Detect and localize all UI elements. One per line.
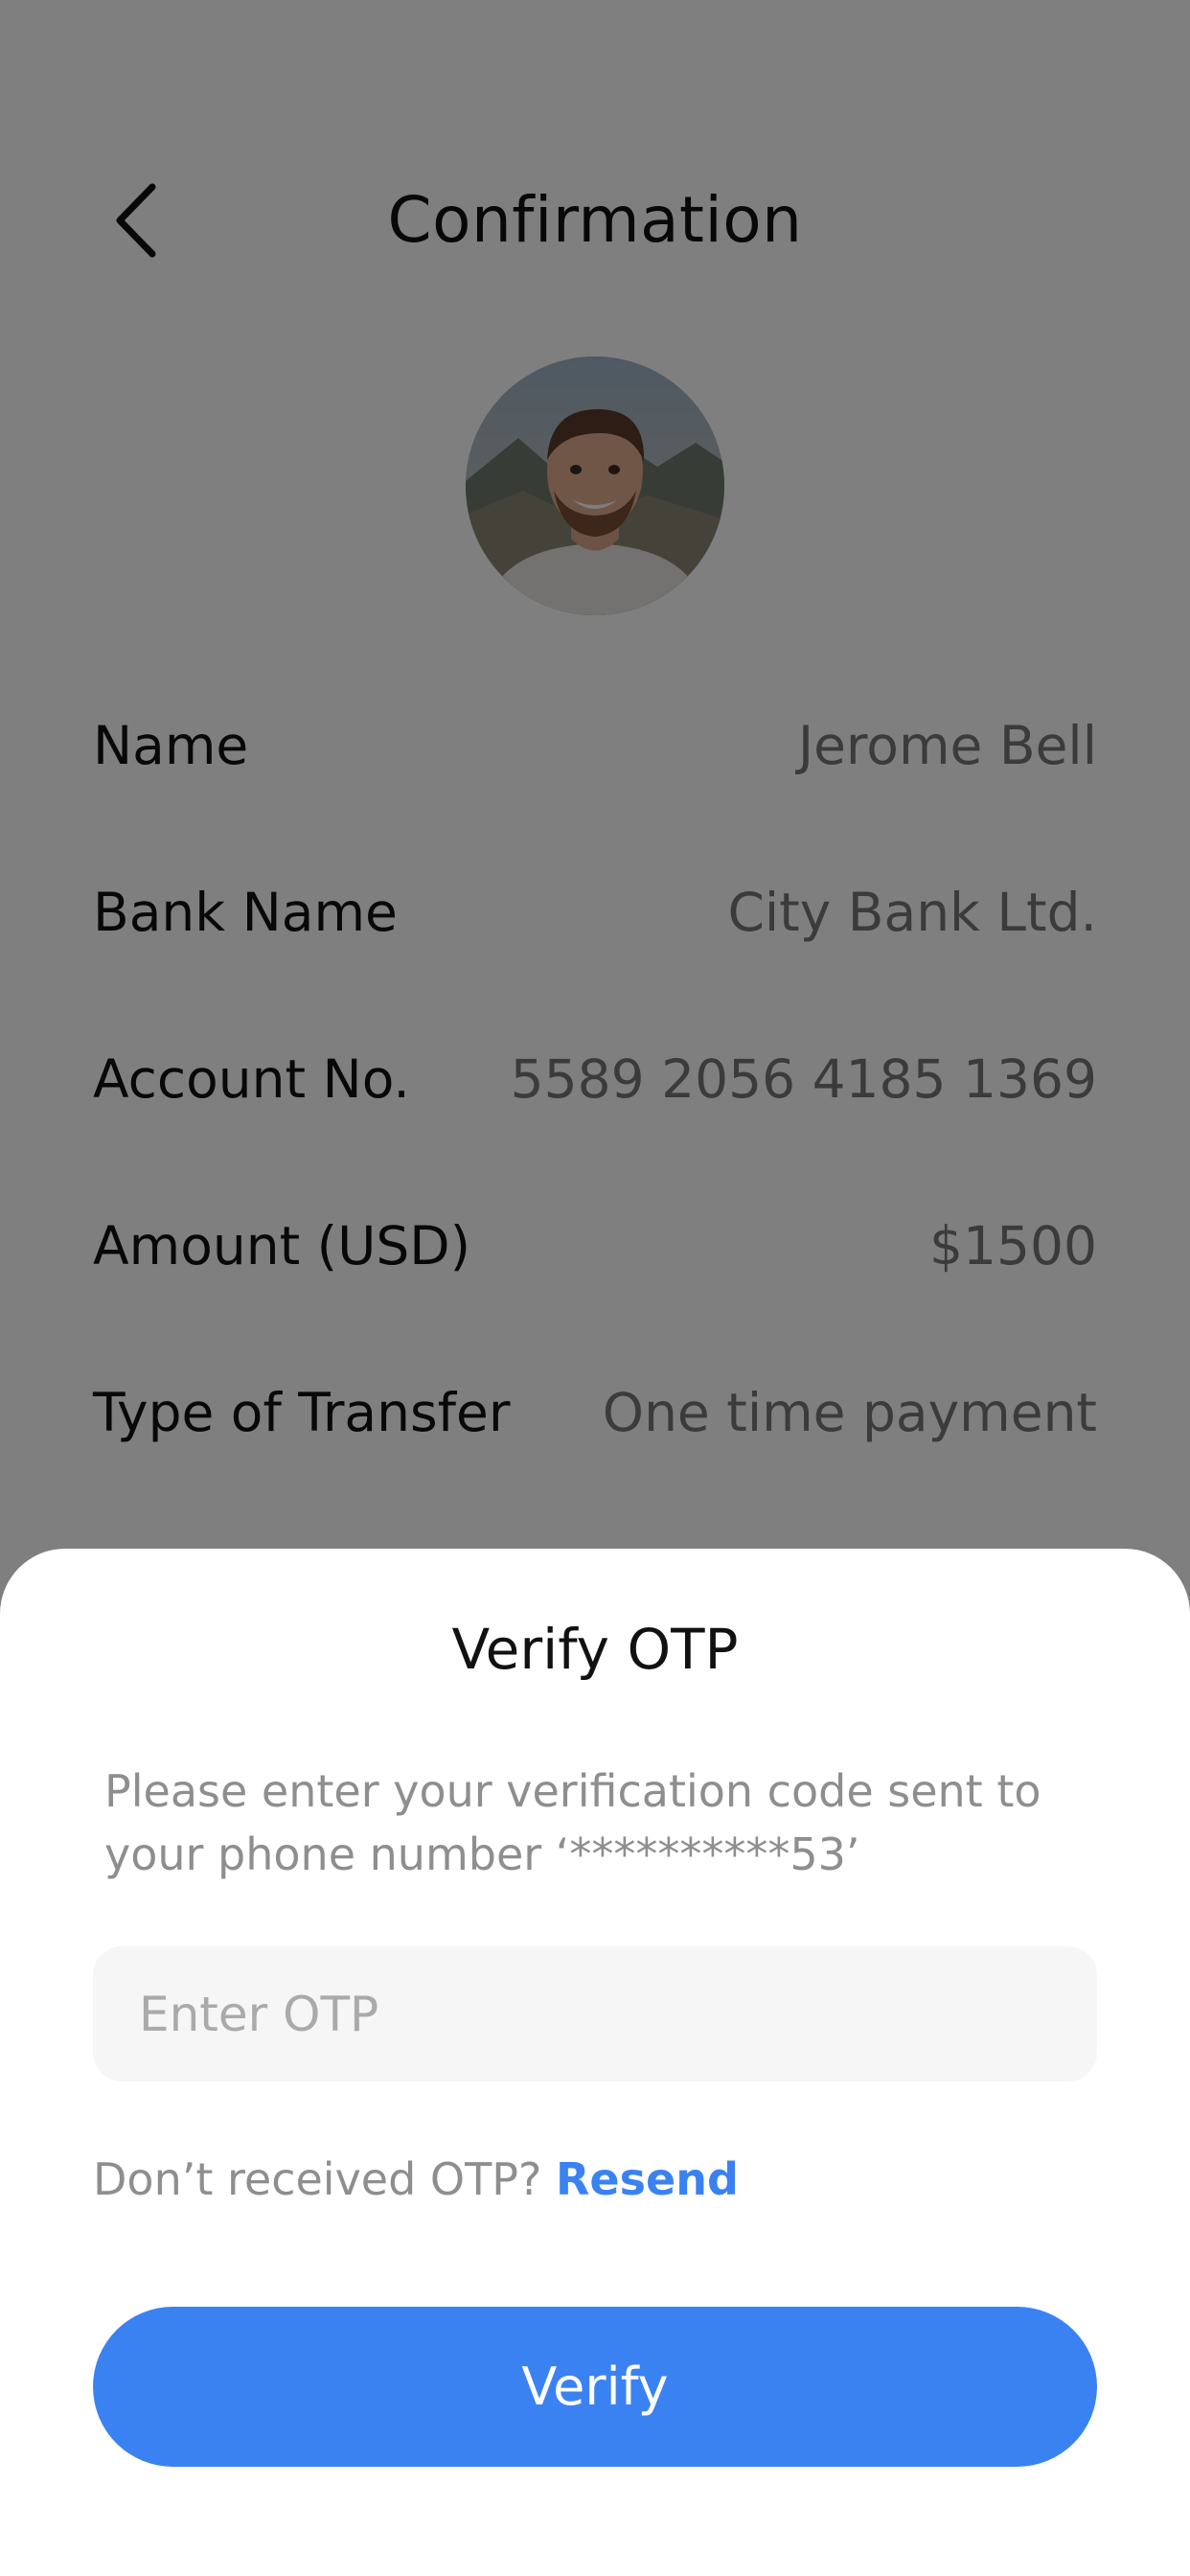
detail-label: Account No. [93, 1048, 410, 1110]
page-title: Confirmation [387, 183, 803, 257]
detail-label: Bank Name [93, 882, 398, 943]
transfer-details: Name Jerome Bell Bank Name City Bank Ltd… [93, 698, 1097, 1531]
resend-row: Don’t received OTP? Resend [93, 2150, 739, 2208]
detail-label: Amount (USD) [93, 1215, 471, 1276]
detail-label: Type of Transfer [93, 1382, 511, 1443]
detail-row-name: Name Jerome Bell [93, 698, 1097, 864]
detail-value: City Bank Ltd. [727, 882, 1097, 943]
detail-row-bank-name: Bank Name City Bank Ltd. [93, 864, 1097, 1031]
avatar-photo [466, 356, 724, 615]
verify-otp-sheet: Verify OTP Please enter your verificatio… [0, 1549, 1190, 2576]
detail-value: Jerome Bell [797, 715, 1097, 776]
otp-input[interactable] [93, 1946, 1097, 2082]
detail-row-account-number: Account No. 5589 2056 4185 1369 [93, 1031, 1097, 1198]
detail-row-amount: Amount (USD) $1500 [93, 1198, 1097, 1365]
verify-button[interactable]: Verify [93, 2307, 1097, 2467]
detail-value: $1500 [929, 1215, 1097, 1276]
header: Confirmation [0, 177, 1190, 264]
sheet-title: Verify OTP [451, 1617, 739, 1682]
resend-prompt: Don’t received OTP? [93, 2153, 542, 2205]
otp-instructions: Please enter your verification code sent… [104, 1765, 1041, 1880]
detail-value: One time payment [602, 1382, 1097, 1443]
resend-link[interactable]: Resend [556, 2153, 739, 2205]
detail-value: 5589 2056 4185 1369 [510, 1048, 1097, 1110]
detail-row-transfer-type: Type of Transfer One time payment [93, 1365, 1097, 1531]
avatar [466, 356, 724, 615]
detail-label: Name [93, 715, 249, 776]
